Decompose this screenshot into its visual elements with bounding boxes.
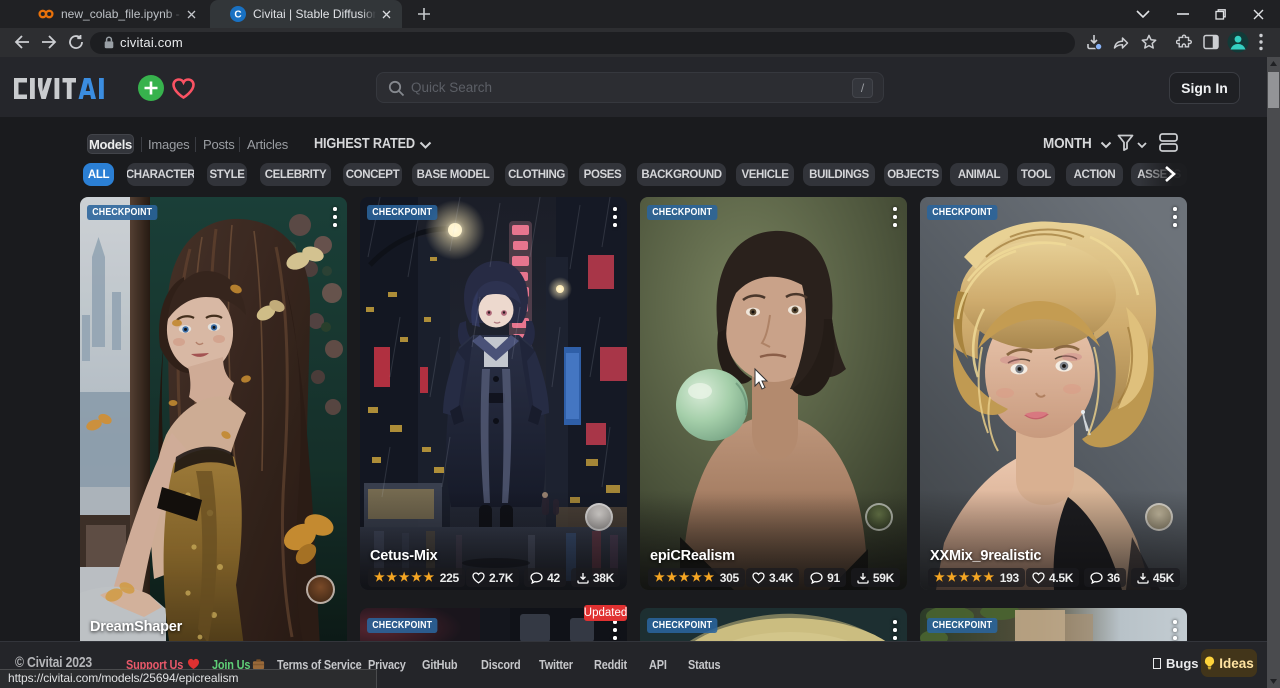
svg-text:C: C	[234, 10, 241, 21]
